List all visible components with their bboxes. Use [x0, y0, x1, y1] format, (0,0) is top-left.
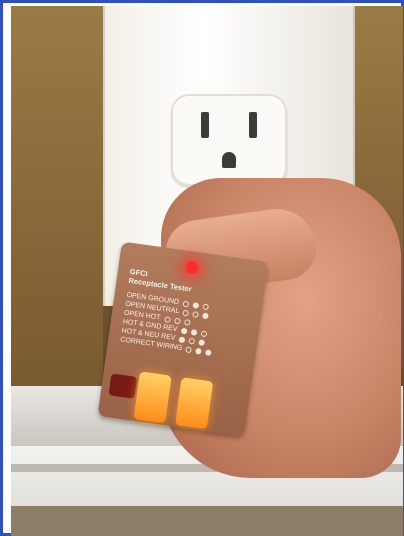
- legend-dot-icon: [202, 312, 210, 319]
- legend-dot-icon: [192, 301, 200, 309]
- legend-dot-icon: [163, 315, 171, 323]
- legend-dot-icon: [200, 329, 208, 337]
- legend-dot-icon: [182, 309, 190, 317]
- legend-dot-icon: [198, 338, 206, 346]
- legend-dot-icon: [185, 346, 193, 353]
- amber-indicator-light: [133, 371, 172, 424]
- legend-dot-icon: [190, 328, 198, 336]
- legend-dot-icon: [180, 327, 188, 334]
- image-frame: GFCI Receptacle Tester OPEN GROUND OPEN …: [0, 0, 404, 536]
- legend-dot-icon: [202, 302, 210, 310]
- receptacle-slot: [249, 112, 257, 138]
- legend-dot-icon: [205, 348, 213, 356]
- legend-dot-icon: [182, 300, 190, 307]
- legend-dot-icon: [183, 318, 191, 326]
- legend-dot-icon: [178, 336, 186, 343]
- legend-dot-icon: [173, 317, 181, 324]
- receptacle-slot: [201, 112, 209, 138]
- legend-dot-icon: [188, 337, 196, 345]
- ground-hole: [222, 152, 236, 168]
- legend-dot-icon: [192, 310, 200, 318]
- amber-indicator-light: [174, 377, 214, 430]
- tester-test-button: [108, 373, 138, 399]
- upper-receptacle: [171, 94, 287, 186]
- red-indicator-light: [185, 260, 199, 275]
- legend-dot-icon: [195, 347, 203, 355]
- outlet-photo: GFCI Receptacle Tester OPEN GROUND OPEN …: [11, 6, 403, 536]
- tester-title: GFCI Receptacle Tester: [128, 267, 194, 294]
- tester-indicator-lights: [133, 371, 214, 430]
- floor: [11, 506, 403, 536]
- wall: [11, 6, 103, 386]
- tester-legend: OPEN GROUND OPEN NEUTRAL OPEN HOT HOT & …: [120, 291, 219, 357]
- receptacle-tester: GFCI Receptacle Tester OPEN GROUND OPEN …: [97, 241, 269, 437]
